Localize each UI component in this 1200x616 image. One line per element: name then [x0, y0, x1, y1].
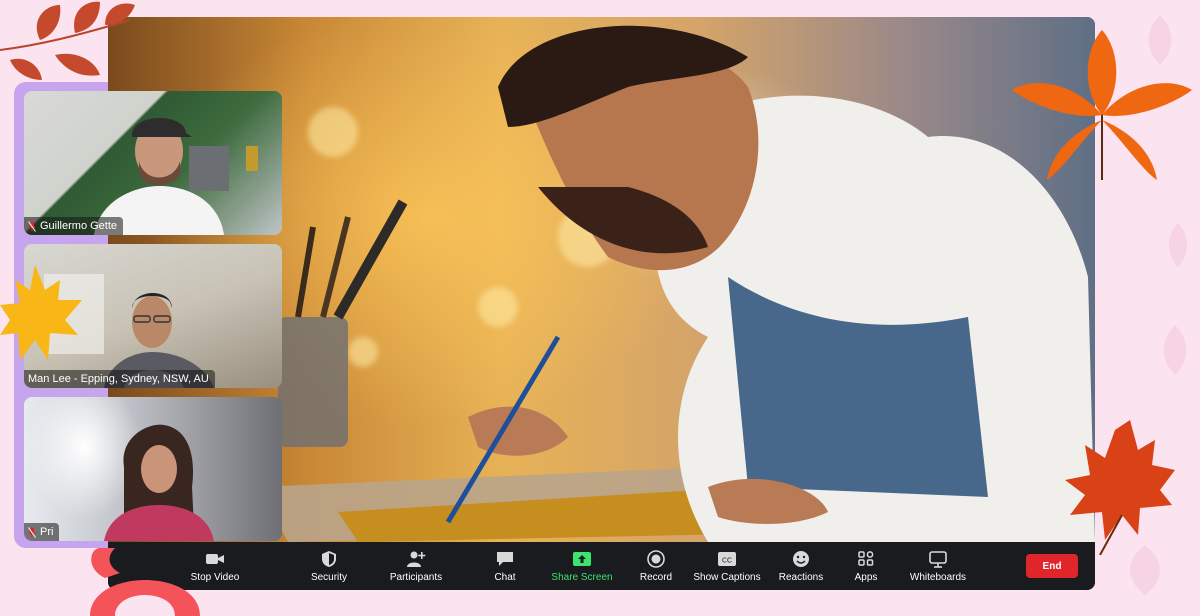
participant-name: Man Lee - Epping, Sydney, NSW, AU: [28, 373, 209, 385]
participant-silhouette: [104, 424, 214, 541]
security-label: Security: [310, 571, 348, 583]
participant-name-tag: Man Lee - Epping, Sydney, NSW, AU: [24, 370, 215, 388]
person-add-icon: [407, 551, 426, 567]
whiteboards-button[interactable]: Whiteboards: [888, 542, 988, 590]
participant-tile[interactable]: Pri: [24, 397, 282, 541]
closed-captions-icon: CC: [718, 551, 736, 566]
security-button[interactable]: Security: [279, 542, 379, 590]
autumn-leaf-branch-icon: [0, 1, 135, 80]
participant-name-tag: Guillermo Gette: [24, 217, 124, 235]
participants-label: Participants: [389, 571, 443, 583]
maple-leaf-icon: [0, 265, 82, 360]
background-leaf-icon: [1169, 223, 1187, 267]
participant-tile[interactable]: Guillermo Gette: [24, 91, 282, 235]
participant-silhouette: [94, 118, 258, 235]
chat-label: Chat: [494, 571, 516, 583]
smiley-icon: [793, 550, 809, 567]
decorative-arch: [90, 548, 200, 616]
record-label: Record: [639, 571, 673, 583]
participant-name: Pri: [40, 526, 54, 538]
share-screen-label: Share Screen: [551, 571, 613, 583]
video-camera-icon: [206, 553, 224, 564]
end-meeting-button[interactable]: End: [1026, 554, 1078, 578]
svg-text:CC: CC: [722, 557, 732, 564]
whiteboards-label: Whiteboards: [909, 571, 967, 583]
participants-button[interactable]: Participants: [366, 542, 466, 590]
muted-mic-icon: [28, 220, 36, 232]
background-leaf-icon: [1163, 325, 1187, 375]
share-screen-icon: [573, 551, 591, 566]
apps-label: Apps: [854, 571, 878, 583]
apps-icon: [858, 550, 874, 566]
whiteboard-icon: [929, 550, 947, 568]
maple-leaf-icon: [1065, 420, 1175, 555]
shield-icon: [322, 550, 336, 567]
autumn-leaf-icon: [1012, 30, 1192, 180]
participant-name-tag: Pri: [24, 523, 60, 541]
muted-mic-icon: [28, 526, 36, 538]
record-icon: [647, 549, 665, 568]
participant-name: Guillermo Gette: [40, 220, 118, 232]
meeting-toolbar: Stop Video Security Participants Chat Sh…: [108, 542, 1095, 590]
chat-bubble-icon: [497, 551, 513, 566]
